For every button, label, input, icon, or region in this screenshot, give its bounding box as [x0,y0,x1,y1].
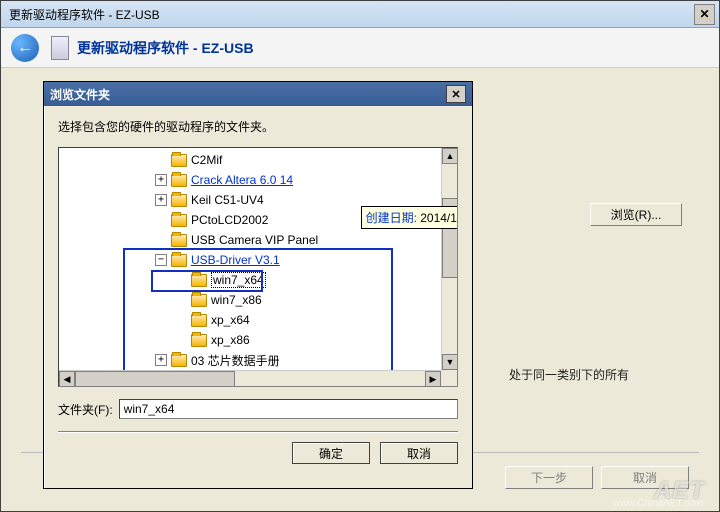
annotation-box-inner [151,270,263,292]
folder-input[interactable] [119,399,458,419]
folder-icon [171,234,187,247]
dialog-separator [58,431,458,432]
tree-node-label: USB Camera VIP Panel [191,233,318,247]
folder-tree: C2Mif + Crack Altera 6.0 14 + Keil C51-UV4 PC… [58,147,458,387]
next-button[interactable]: 下一步 [505,466,593,489]
cancel-button[interactable]: 取消 [380,442,458,464]
tree-node-label: PCtoLCD2002 [191,213,268,227]
device-icon [51,36,69,60]
expand-icon[interactable]: + [155,174,167,186]
expand-icon[interactable]: + [155,194,167,206]
dialog-buttons: 确定 取消 [58,442,458,464]
wizard-window: 更新驱动程序软件 - EZ-USB ✕ ← 更新驱动程序软件 - EZ-USB … [0,0,720,512]
watermark-sub: www.ChinaAET.com [613,498,703,509]
folder-label: 文件夹(F): [58,401,113,418]
category-text: 处于同一类别下的所有 [509,366,629,383]
dialog-close-button[interactable]: ✕ [446,85,466,103]
ok-button[interactable]: 确定 [292,442,370,464]
browse-folder-dialog: 浏览文件夹 ✕ 选择包含您的硬件的驱动程序的文件夹。 C2Mif + Crack A… [43,81,473,489]
folder-icon [171,194,187,207]
back-button[interactable]: ← [11,34,39,62]
tree-node-label: C2Mif [191,153,222,167]
vertical-scrollbar[interactable]: ▲ ▼ [441,148,457,370]
dialog-title: 浏览文件夹 [50,86,110,103]
tooltip: 创建日期: 2014/10/5 12:00 [361,206,458,229]
wizard-header: ← 更新驱动程序软件 - EZ-USB [1,28,719,68]
tooltip-value: 2014/10/5 12:00 [417,211,458,225]
tree-node-label: Crack Altera 6.0 14 [191,173,293,187]
tree-node[interactable]: C2Mif [59,150,441,170]
scroll-right-icon[interactable]: ▶ [425,371,441,387]
folder-field: 文件夹(F): [58,399,458,419]
expand-spacer [155,154,167,166]
dialog-titlebar: 浏览文件夹 ✕ [44,82,472,106]
folder-icon [171,174,187,187]
annotation-box-outer [123,248,393,372]
wizard-title: 更新驱动程序软件 - EZ-USB [9,6,160,23]
wizard-titlebar: 更新驱动程序软件 - EZ-USB ✕ [1,1,719,28]
tree-node[interactable]: + Crack Altera 6.0 14 [59,170,441,190]
dialog-body: 选择包含您的硬件的驱动程序的文件夹。 C2Mif + Crack Altera 6.… [44,106,472,472]
horizontal-scrollbar[interactable]: ◀ ▶ [59,370,441,386]
tooltip-label: 创建日期: [366,211,417,225]
expand-spacer [155,234,167,246]
folder-icon [171,154,187,167]
tree-node[interactable]: USB Camera VIP Panel [59,230,441,250]
close-icon[interactable]: ✕ [694,4,715,25]
expand-spacer [155,214,167,226]
dialog-instruction: 选择包含您的硬件的驱动程序的文件夹。 [58,118,458,135]
scroll-up-icon[interactable]: ▲ [442,148,458,164]
scroll-corner [441,370,457,386]
tree-node-label: Keil C51-UV4 [191,193,264,207]
wizard-header-title: 更新驱动程序软件 - EZ-USB [77,38,254,58]
scroll-down-icon[interactable]: ▼ [442,354,458,370]
scroll-thumb-h[interactable] [75,371,235,387]
scroll-left-icon[interactable]: ◀ [59,371,75,387]
browse-button[interactable]: 浏览(R)... [590,203,682,226]
folder-icon [171,214,187,227]
